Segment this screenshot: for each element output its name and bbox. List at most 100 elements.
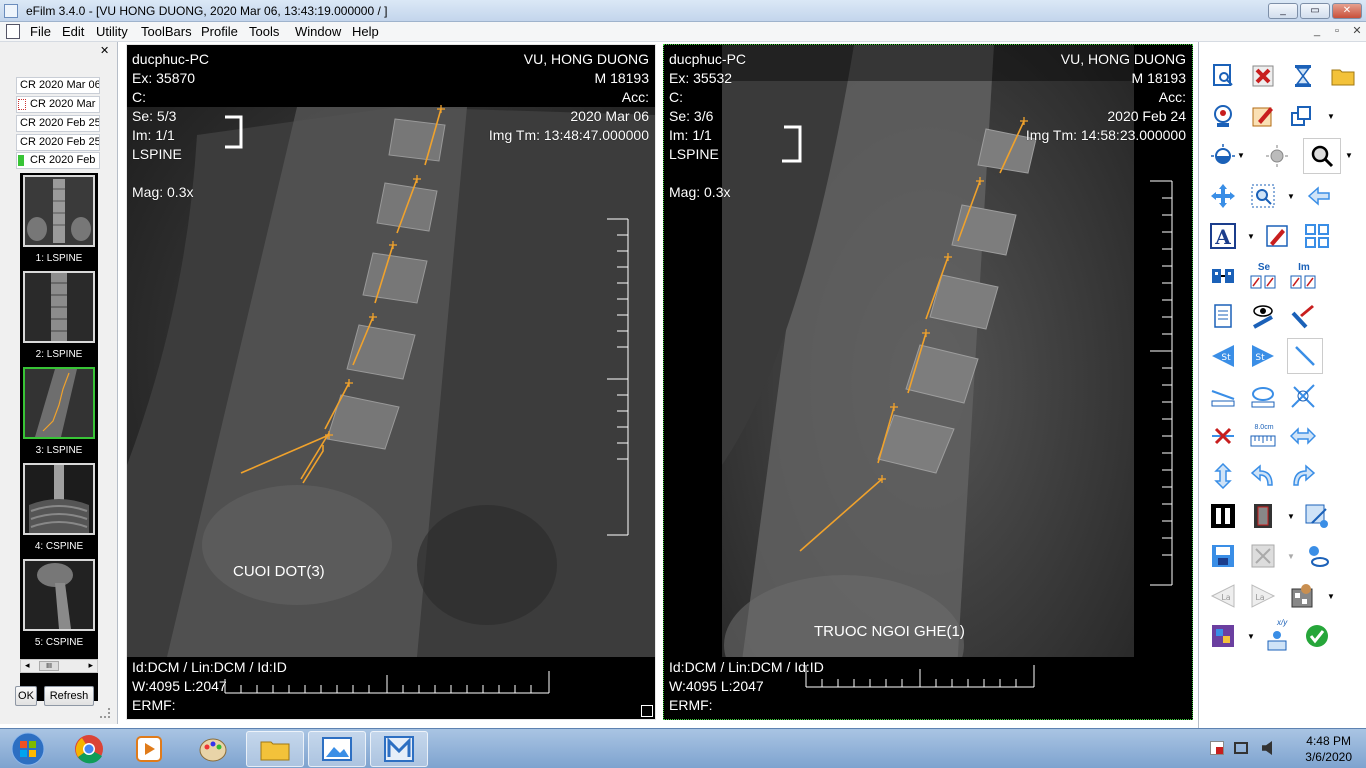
window-level-icon[interactable] — [1209, 142, 1237, 170]
chevron-down-icon[interactable]: ▼ — [1247, 233, 1255, 241]
chevron-down-icon[interactable]: ▼ — [1247, 633, 1255, 641]
layout-grid-icon[interactable] — [1303, 222, 1331, 250]
line-measure-icon[interactable] — [1287, 338, 1323, 374]
panel-close-icon[interactable]: ✕ — [100, 44, 109, 57]
edit-annotation-icon[interactable] — [1263, 222, 1291, 250]
maximize-button[interactable]: ▭ — [1300, 3, 1330, 19]
chevron-down-icon[interactable]: ▼ — [1237, 152, 1245, 160]
report-icon[interactable] — [1209, 302, 1237, 330]
series-thumbnail[interactable] — [23, 271, 95, 343]
study-item[interactable]: CR 2020 Feb 2 — [16, 152, 100, 169]
taskbar-efilm[interactable] — [370, 731, 428, 767]
series-thumbnail[interactable] — [23, 559, 95, 631]
series-thumbnail[interactable] — [23, 175, 95, 247]
flip-horizontal-icon[interactable] — [1289, 422, 1317, 450]
taskbar-chrome[interactable] — [60, 731, 118, 767]
volume-icon[interactable] — [1262, 741, 1272, 755]
app-icon[interactable] — [4, 4, 18, 18]
scroll-right-icon[interactable]: ▸ — [88, 660, 93, 671]
ok-button[interactable]: OK — [15, 686, 37, 706]
chevron-down-icon[interactable]: ▼ — [1287, 193, 1295, 201]
patient-info-icon[interactable] — [1209, 102, 1237, 130]
image-viewport-1[interactable]: ducphuc-PC Ex: 35870 C: Se: 5/3 Im: 1/1 … — [126, 44, 656, 720]
menu-window[interactable]: Window — [295, 24, 341, 39]
eye-view-icon[interactable] — [1249, 302, 1277, 330]
chevron-down-icon[interactable]: ▼ — [1345, 152, 1353, 160]
cine-pause-icon[interactable] — [1209, 502, 1237, 530]
arrow-left-icon[interactable] — [1305, 182, 1333, 210]
hanging-protocol-icon[interactable] — [1289, 582, 1317, 610]
mdi-restore-button[interactable]: ▫ — [1328, 24, 1346, 39]
draw-measure-icon[interactable] — [1289, 302, 1317, 330]
angle-icon[interactable] — [1289, 382, 1317, 410]
open-study-icon[interactable] — [1209, 62, 1237, 90]
viewport-resize-icon[interactable] — [641, 705, 653, 717]
scroll-thumb[interactable]: III — [39, 661, 59, 671]
study-item[interactable]: CR 2020 Feb 25 — [16, 115, 100, 132]
series-thumbnail-selected[interactable] — [23, 367, 95, 439]
link-series-icon[interactable] — [1209, 262, 1237, 290]
mdi-close-button[interactable]: ✕ — [1348, 24, 1366, 39]
taskbar-media-player[interactable] — [120, 731, 178, 767]
close-button[interactable]: ✕ — [1332, 3, 1362, 19]
film-icon[interactable] — [1249, 502, 1277, 530]
brightness-icon[interactable] — [1263, 142, 1291, 170]
hourglass-icon[interactable] — [1289, 62, 1317, 90]
folder-icon[interactable] — [1329, 62, 1357, 90]
study-item[interactable]: CR 2020 Mar 06 — [16, 77, 100, 94]
annotate-icon[interactable] — [1249, 102, 1277, 130]
chevron-down-icon[interactable]: ▼ — [1287, 513, 1295, 521]
scroll-left-icon[interactable]: ◂ — [25, 660, 30, 671]
image-viewport-2[interactable]: ducphuc-PC Ex: 35532 C: Se: 3/6 Im: 1/1 … — [663, 44, 1193, 720]
view-icon[interactable] — [1303, 542, 1331, 570]
minimize-button[interactable]: _ — [1268, 3, 1298, 19]
plugin-icon[interactable] — [1209, 622, 1237, 650]
menu-help[interactable]: Help — [352, 24, 379, 39]
resize-grip-icon[interactable] — [100, 708, 110, 718]
zoom-icon[interactable] — [1249, 182, 1277, 210]
ellipse-roi-icon[interactable] — [1249, 382, 1277, 410]
study-item[interactable]: CR 2020 Mar — [16, 96, 100, 113]
ruler-icon[interactable] — [1209, 382, 1237, 410]
network-icon[interactable] — [1234, 742, 1248, 754]
menu-file[interactable]: File — [30, 24, 51, 39]
system-clock[interactable]: 4:48 PM 3/6/2020 — [1305, 733, 1352, 765]
chevron-down-icon[interactable]: ▼ — [1327, 593, 1335, 601]
menu-utility[interactable]: Utility — [96, 24, 128, 39]
menu-edit[interactable]: Edit — [62, 24, 84, 39]
study-item[interactable]: CR 2020 Feb 25 — [16, 134, 100, 151]
calibrate-ruler-icon[interactable] — [1249, 432, 1277, 450]
sync-series-icon[interactable] — [1249, 272, 1277, 292]
mdi-doc-icon[interactable] — [6, 24, 20, 39]
menu-tools[interactable]: Tools — [249, 24, 279, 39]
chevron-down-icon[interactable]: ▼ — [1327, 113, 1335, 121]
svg-text:St: St — [1255, 353, 1265, 363]
series-thumbnail[interactable] — [23, 463, 95, 535]
menu-profile[interactable]: Profile — [201, 24, 238, 39]
cascade-icon[interactable] — [1289, 102, 1317, 130]
taskbar-photo-viewer[interactable] — [308, 731, 366, 767]
rotate-right-icon[interactable] — [1289, 462, 1317, 490]
refresh-button[interactable]: Refresh — [44, 686, 94, 706]
coordinates-icon[interactable] — [1263, 626, 1291, 654]
save-icon[interactable] — [1209, 542, 1237, 570]
previous-study-icon[interactable]: St — [1209, 342, 1237, 370]
flip-vertical-icon[interactable] — [1209, 462, 1237, 490]
check-icon[interactable] — [1303, 622, 1331, 650]
pan-icon[interactable] — [1209, 182, 1237, 210]
mdi-minimize-button[interactable]: _ — [1308, 24, 1326, 39]
menu-toolbars[interactable]: ToolBars — [141, 24, 192, 39]
start-button[interactable] — [0, 731, 56, 767]
magnifier-tool-icon[interactable] — [1303, 138, 1341, 174]
next-study-icon[interactable]: St — [1249, 342, 1277, 370]
rotate-left-icon[interactable] — [1249, 462, 1277, 490]
export-icon[interactable] — [1303, 502, 1331, 530]
text-annotation-icon[interactable]: A — [1209, 222, 1237, 250]
taskbar-explorer[interactable] — [246, 731, 304, 767]
delete-icon[interactable] — [1249, 62, 1277, 90]
thumbnail-scrollbar[interactable]: ◂ III ▸ — [20, 659, 98, 673]
delete-measurement-icon[interactable] — [1209, 422, 1237, 450]
sync-image-icon[interactable] — [1289, 272, 1317, 292]
action-center-icon[interactable] — [1210, 741, 1224, 755]
taskbar-paint[interactable] — [184, 731, 242, 767]
